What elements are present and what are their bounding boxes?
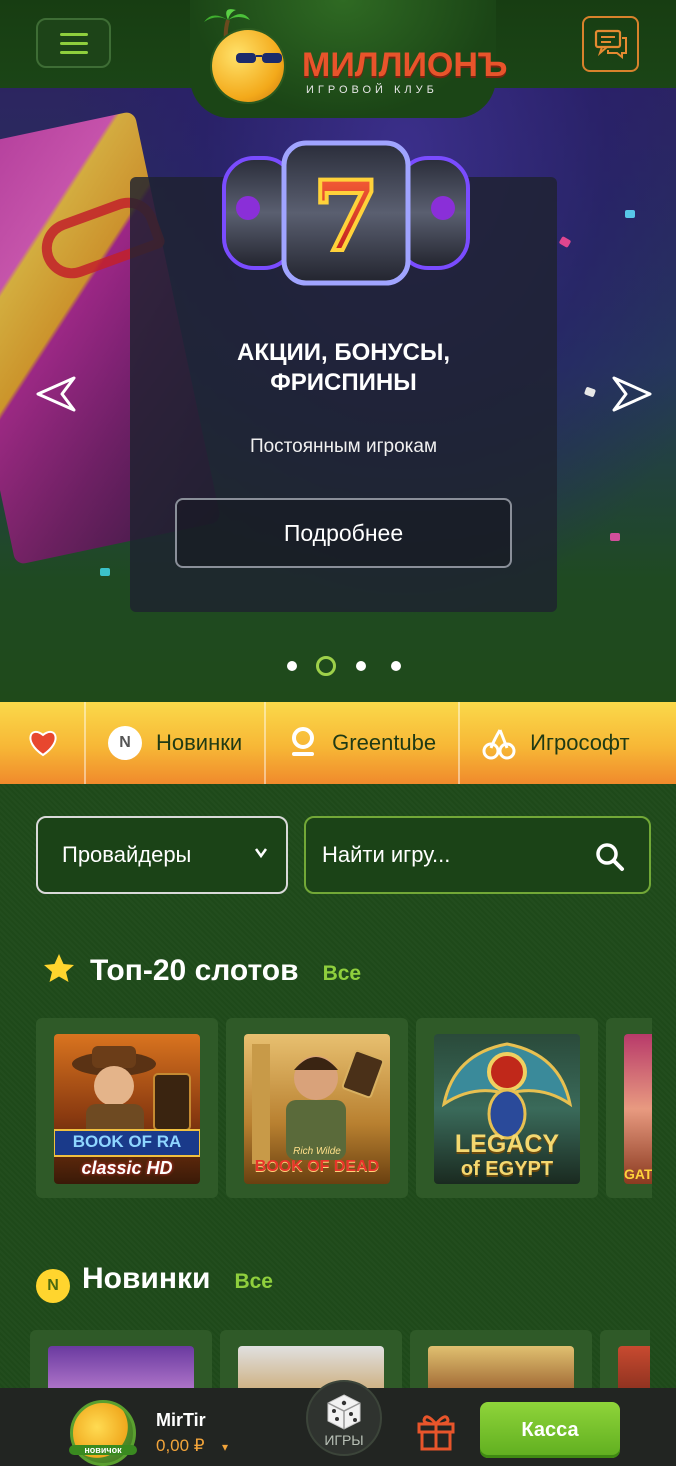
game-subtitle: Rich Wilde <box>293 1146 341 1157</box>
game-title: GAT <box>624 1166 652 1182</box>
category-label: Игрософт <box>530 730 630 755</box>
game-title: LEGACY <box>454 1130 560 1158</box>
game-thumbnail <box>238 1346 384 1390</box>
chat-bubbles-icon <box>594 29 627 59</box>
chat-button[interactable] <box>582 16 639 72</box>
chevron-down-icon <box>254 848 268 858</box>
carousel-indicators <box>0 654 676 678</box>
sunglasses-icon <box>236 53 282 63</box>
heart-icon <box>29 730 57 757</box>
logo[interactable]: МИЛЛИОНЪ ИГРОВОЙ КЛУБ <box>190 0 507 118</box>
game-card[interactable] <box>410 1330 592 1390</box>
top20-all-link[interactable]: Все <box>323 962 362 986</box>
category-greentube[interactable]: Greentube <box>266 702 461 784</box>
game-thumbnail: Rich Wilde BOOK OF DEAD <box>244 1034 390 1184</box>
top20-title: Топ-20 слотов <box>90 954 299 987</box>
game-thumbnail <box>618 1346 650 1390</box>
carousel-dot-active[interactable] <box>316 656 336 676</box>
avatar[interactable]: новичок <box>69 1400 137 1466</box>
avatar-badge: новичок <box>69 1445 137 1455</box>
menu-button[interactable] <box>36 18 111 68</box>
search-icon[interactable] <box>595 842 625 872</box>
n-badge-icon: N <box>108 726 142 760</box>
logo-subtitle: ИГРОВОЙ КЛУБ <box>306 84 438 96</box>
logo-title: МИЛЛИОНЪ <box>302 46 508 84</box>
providers-label: Провайдеры <box>62 842 192 867</box>
game-card-legacy-of-egypt[interactable]: LEGACY of EGYPT <box>416 1018 598 1198</box>
promo-subtitle: Постоянным игрокам <box>249 436 438 457</box>
slot-seven-symbol: 7 <box>313 160 380 273</box>
confetti <box>100 568 110 576</box>
confetti <box>625 210 635 218</box>
category-label: Greentube <box>332 730 437 755</box>
hamburger-icon <box>59 32 88 36</box>
dice-icon <box>327 1394 361 1430</box>
carousel-dot[interactable] <box>391 661 401 671</box>
game-title: BOOK OF RA <box>72 1132 182 1151</box>
top20-section-header: Топ-20 слотов Все <box>42 948 361 988</box>
greentube-icon <box>292 727 315 756</box>
chevron-down-icon[interactable]: ▾ <box>222 1440 228 1454</box>
game-card[interactable] <box>600 1330 650 1390</box>
category-new[interactable]: N Новинки <box>86 702 267 784</box>
category-bar: N Новинки Greentube Игрософт <box>0 702 676 784</box>
username[interactable]: MirTir <box>156 1410 206 1431</box>
game-card-book-of-dead[interactable]: Rich Wilde BOOK OF DEAD <box>226 1018 408 1198</box>
category-favorites[interactable] <box>0 702 86 784</box>
confetti <box>610 533 620 541</box>
game-card-partial[interactable]: GAT <box>606 1018 652 1198</box>
game-thumbnail: GAT <box>624 1034 652 1184</box>
game-search-field[interactable]: Найти игру... <box>304 816 651 894</box>
slot-machine-icon: 7 <box>222 140 470 286</box>
n-badge-icon: N <box>36 1269 70 1303</box>
promo-carousel[interactable]: 7 АКЦИИ, БОНУСЫ, ФРИСПИНЫ Постоянным игр… <box>0 88 676 702</box>
balance[interactable]: 0,00 ₽ <box>156 1436 205 1456</box>
game-thumbnail: LEGACY of EGYPT <box>434 1034 580 1184</box>
carousel-dot[interactable] <box>287 661 297 671</box>
game-card[interactable] <box>30 1330 212 1390</box>
top20-games-row: BOOK OF RA classic HD Rich Wilde BOOK OF… <box>36 1018 652 1198</box>
arrow-left-icon[interactable] <box>34 372 78 416</box>
gift-icon[interactable] <box>414 1408 458 1452</box>
games-label[interactable]: ИГРЫ <box>306 1432 382 1448</box>
new-section-header: N Новинки Все <box>36 1262 273 1303</box>
promo-title: АКЦИИ, БОНУСЫ, ФРИСПИНЫ <box>236 339 451 396</box>
game-subtitle: classic HD <box>81 1158 173 1178</box>
game-thumbnail <box>428 1346 574 1390</box>
search-placeholder[interactable]: Найти игру... <box>322 842 450 868</box>
cashier-button[interactable]: Касса <box>480 1402 620 1458</box>
category-igrosoft[interactable]: Игрософт <box>460 702 651 784</box>
game-thumbnail: BOOK OF RA classic HD <box>54 1034 200 1184</box>
game-title: BOOK OF DEAD <box>254 1158 380 1175</box>
cherries-icon <box>482 729 516 760</box>
star-icon <box>44 954 74 982</box>
confetti <box>558 236 572 248</box>
category-label: Новинки <box>156 730 243 755</box>
game-thumbnail <box>48 1346 194 1390</box>
arrow-right-icon[interactable] <box>610 372 654 416</box>
carousel-dot[interactable] <box>356 661 366 671</box>
new-all-link[interactable]: Все <box>234 1270 273 1294</box>
logo-mascot <box>212 30 284 102</box>
game-card[interactable] <box>220 1330 402 1390</box>
game-card-book-of-ra[interactable]: BOOK OF RA classic HD <box>36 1018 218 1198</box>
new-title: Новинки <box>82 1262 211 1295</box>
providers-dropdown[interactable]: Провайдеры <box>36 816 288 894</box>
promo-details-button[interactable]: Подробнее <box>175 498 512 568</box>
game-subtitle: of EGYPT <box>460 1158 554 1180</box>
confetti <box>583 386 597 398</box>
